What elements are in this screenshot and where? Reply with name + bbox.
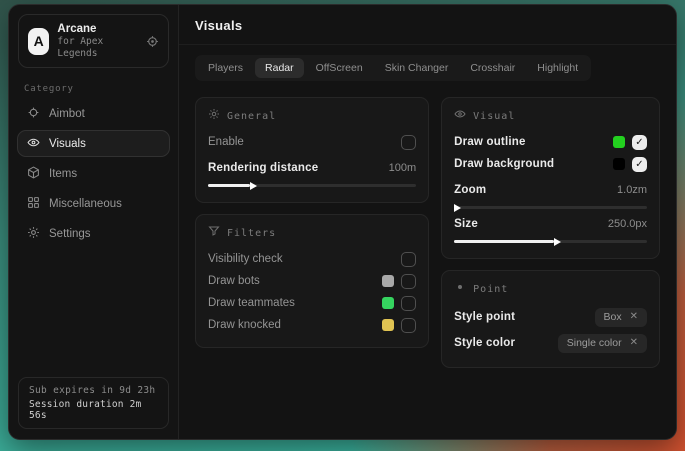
sidebar-item-aimbot[interactable]: Aimbot <box>17 100 170 127</box>
tab-crosshair[interactable]: Crosshair <box>460 58 525 78</box>
zoom-slider[interactable] <box>454 206 647 209</box>
filters-card: Filters Visibility check Draw bots <box>195 214 429 348</box>
target-icon[interactable] <box>146 35 159 48</box>
point-card: Point Style point Box ✕ Style color Sing… <box>441 270 660 368</box>
draw-teammates-checkbox[interactable] <box>401 296 416 311</box>
draw-outline-color-swatch[interactable] <box>613 136 625 148</box>
session-duration-text: Session duration 2m 56s <box>29 399 158 421</box>
sidebar-item-label: Settings <box>49 228 91 240</box>
gear-icon <box>208 107 220 125</box>
draw-bots-label: Draw bots <box>208 275 260 287</box>
tab-skin-changer[interactable]: Skin Changer <box>375 58 459 78</box>
app-logo: A <box>28 28 49 55</box>
tab-players[interactable]: Players <box>198 58 253 78</box>
grid-icon <box>27 196 40 212</box>
slider-fill <box>454 240 554 243</box>
app-header: A Arcane for Apex Legends <box>18 14 169 68</box>
tab-offscreen[interactable]: OffScreen <box>306 58 373 78</box>
draw-background-label: Draw background <box>454 158 554 170</box>
sidebar-item-label: Miscellaneous <box>49 198 122 210</box>
main-panel: Visuals Players Radar OffScreen Skin Cha… <box>179 5 676 439</box>
zoom-label: Zoom <box>454 184 486 196</box>
sidebar-item-label: Visuals <box>49 138 86 150</box>
style-point-dropdown[interactable]: Box ✕ <box>595 308 647 327</box>
tab-highlight[interactable]: Highlight <box>527 58 588 78</box>
draw-background-checkbox[interactable] <box>632 157 647 172</box>
visuals-tabbar: Players Radar OffScreen Skin Changer Cro… <box>195 55 591 81</box>
draw-outline-checkbox[interactable] <box>632 135 647 150</box>
draw-knocked-color-swatch[interactable] <box>382 319 394 331</box>
style-color-label: Style color <box>454 337 515 349</box>
style-color-dropdown[interactable]: Single color ✕ <box>558 334 647 353</box>
slider-fill <box>208 184 250 187</box>
sidebar-item-items[interactable]: Items <box>17 160 170 187</box>
visibility-check-label: Visibility check <box>208 253 283 265</box>
draw-teammates-color-swatch[interactable] <box>382 297 394 309</box>
draw-outline-label: Draw outline <box>454 136 525 148</box>
app-title: Arcane <box>57 22 130 36</box>
eye-icon <box>27 136 40 152</box>
session-info: Sub expires in 9d 23h Session duration 2… <box>18 377 169 429</box>
visual-card: Visual Draw outline Draw background <box>441 97 660 259</box>
draw-knocked-checkbox[interactable] <box>401 318 416 333</box>
visibility-check-checkbox[interactable] <box>401 252 416 267</box>
sidebar-item-settings[interactable]: Settings <box>17 220 170 247</box>
funnel-icon <box>208 224 220 242</box>
draw-bots-checkbox[interactable] <box>401 274 416 289</box>
rendering-distance-label: Rendering distance <box>208 162 318 174</box>
gear-icon <box>27 226 40 242</box>
sub-expires-text: Sub expires in 9d 23h <box>29 385 158 396</box>
category-label: Category <box>24 84 163 94</box>
app-subtitle: for Apex Legends <box>57 36 130 60</box>
style-point-label: Style point <box>454 311 515 323</box>
crosshair-icon <box>27 106 40 122</box>
sidebar-item-visuals[interactable]: Visuals <box>17 130 170 157</box>
sidebar-nav: Aimbot Visuals Items <box>9 98 178 249</box>
main-header: Visuals <box>179 5 676 45</box>
general-card: General Enable Rendering distance 100m <box>195 97 429 203</box>
app-window: A Arcane for Apex Legends Category <box>8 4 677 440</box>
page-title: Visuals <box>195 18 660 33</box>
zoom-value: 1.0zm <box>617 184 647 196</box>
size-slider[interactable] <box>454 240 647 243</box>
tab-radar[interactable]: Radar <box>255 58 304 78</box>
draw-teammates-label: Draw teammates <box>208 297 295 309</box>
card-title: Filters <box>227 228 276 239</box>
card-title: Visual <box>473 111 515 122</box>
draw-knocked-label: Draw knocked <box>208 319 281 331</box>
enable-label: Enable <box>208 136 244 148</box>
card-title: General <box>227 111 276 122</box>
style-point-value: Box <box>604 311 622 323</box>
close-icon[interactable]: ✕ <box>630 338 638 348</box>
style-color-value: Single color <box>567 337 622 349</box>
enable-checkbox[interactable] <box>401 135 416 150</box>
eye-icon <box>454 107 466 125</box>
cube-icon <box>27 166 40 182</box>
sidebar: A Arcane for Apex Legends Category <box>9 5 179 439</box>
sidebar-item-label: Aimbot <box>49 108 85 120</box>
size-label: Size <box>454 218 478 230</box>
rendering-distance-value: 100m <box>389 162 417 174</box>
card-title: Point <box>473 284 508 295</box>
close-icon[interactable]: ✕ <box>630 312 638 322</box>
rendering-distance-slider[interactable] <box>208 184 416 187</box>
draw-bots-color-swatch[interactable] <box>382 275 394 287</box>
size-value: 250.0px <box>608 218 647 230</box>
sidebar-item-label: Items <box>49 168 77 180</box>
draw-background-color-swatch[interactable] <box>613 158 625 170</box>
sidebar-item-miscellaneous[interactable]: Miscellaneous <box>17 190 170 217</box>
point-icon <box>454 280 466 298</box>
